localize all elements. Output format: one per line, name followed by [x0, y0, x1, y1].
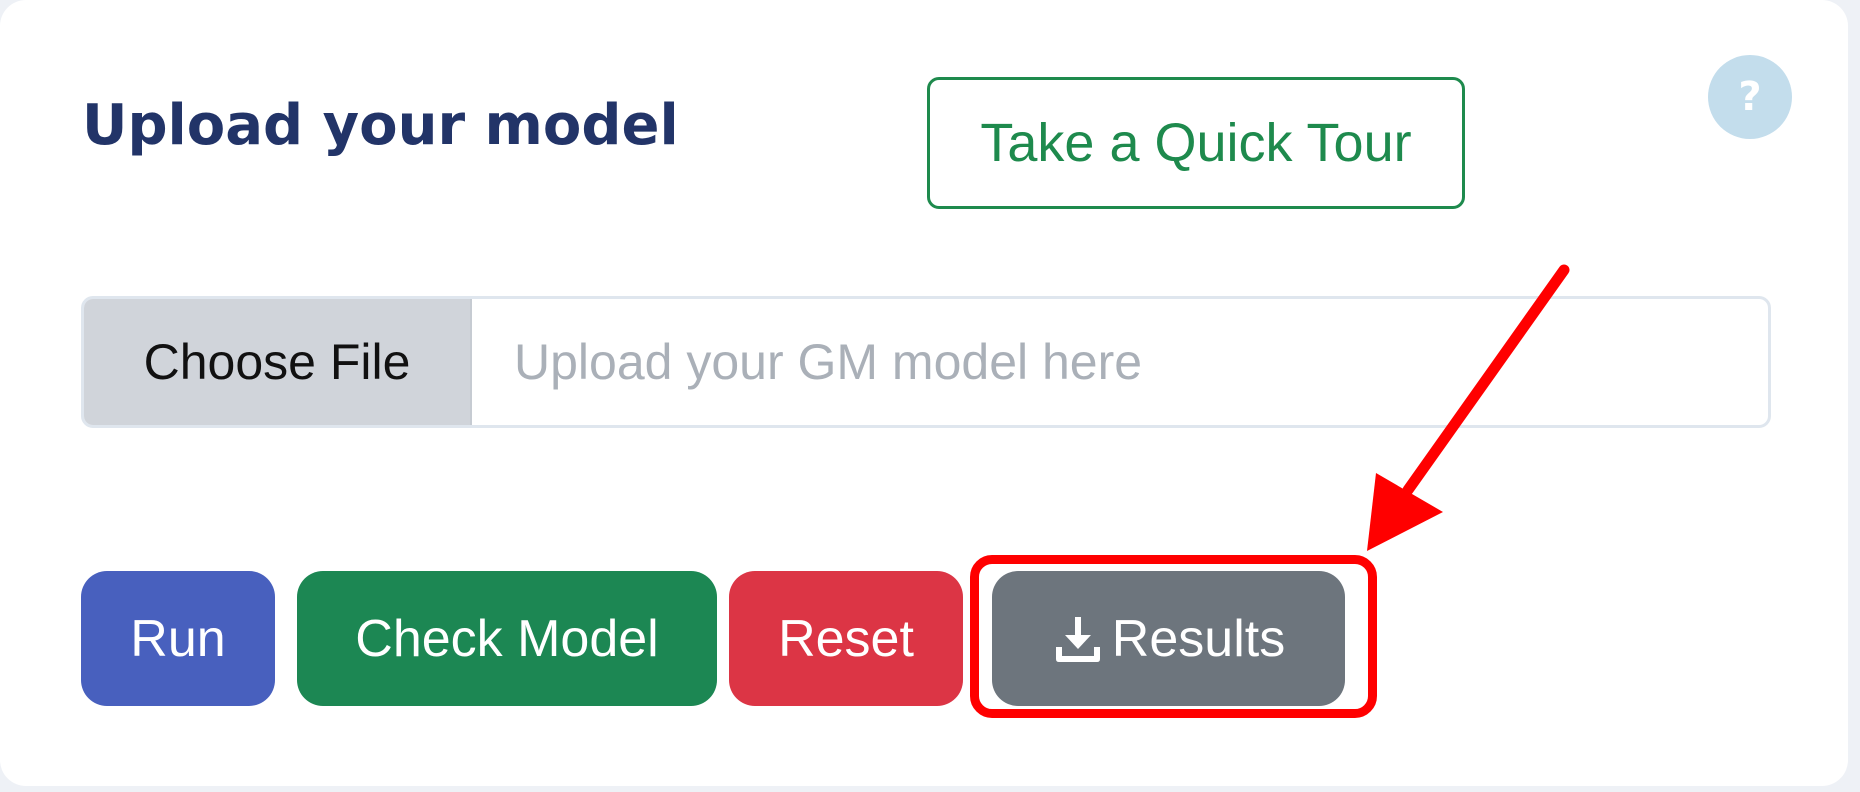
file-upload-field[interactable]: Choose File Upload your GM model here [81, 296, 1771, 428]
reset-button[interactable]: Reset [729, 571, 963, 706]
file-name-placeholder[interactable]: Upload your GM model here [472, 299, 1768, 425]
check-model-button[interactable]: Check Model [297, 571, 717, 706]
upload-panel: Upload your model Take a Quick Tour ? Ch… [0, 0, 1848, 786]
results-button[interactable]: Results [992, 571, 1345, 706]
run-button[interactable]: Run [81, 571, 275, 706]
help-icon[interactable]: ? [1708, 55, 1792, 139]
results-button-label: Results [1111, 609, 1286, 668]
panel-title: Upload your model [82, 93, 679, 158]
choose-file-button[interactable]: Choose File [84, 299, 472, 425]
download-icon [1052, 613, 1104, 665]
quick-tour-button[interactable]: Take a Quick Tour [927, 77, 1465, 209]
